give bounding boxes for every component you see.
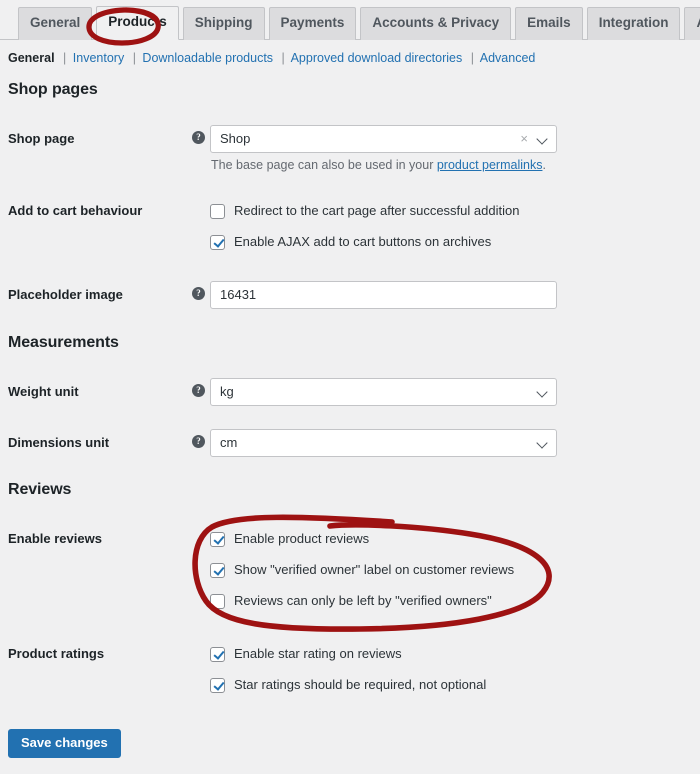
section-title-reviews: Reviews <box>8 481 72 498</box>
subnav-separator: | <box>470 51 474 65</box>
product-permalinks-link[interactable]: product permalinks <box>437 158 543 172</box>
help-icon-weight-unit[interactable]: ? <box>192 384 205 397</box>
subnav-separator: | <box>281 51 285 65</box>
section-title-measurements: Measurements <box>8 334 119 351</box>
label-enable-reviews: Enable reviews <box>8 531 102 546</box>
shop-page-description: The base page can also be used in your p… <box>211 157 546 173</box>
checkbox-row-enable-ajax-add-to-cart[interactable]: Enable AJAX add to cart buttons on archi… <box>210 233 491 251</box>
checkbox-enable-star-rating[interactable] <box>210 646 225 662</box>
subnav: General | Inventory | Downloadable produ… <box>8 49 535 67</box>
chevron-down-icon[interactable] <box>538 388 547 397</box>
settings-tab-bar: General Products Shipping Payments Accou… <box>0 0 700 40</box>
shop-page-description-suffix: . <box>542 158 546 172</box>
shop-page-value: Shop <box>220 131 251 146</box>
tab-payments[interactable]: Payments <box>268 7 357 40</box>
tab-products[interactable]: Products <box>96 6 179 40</box>
checkbox-label-enable-ajax-add-to-cart: Enable AJAX add to cart buttons on archi… <box>234 234 492 249</box>
placeholder-image-input[interactable]: 16431 <box>210 281 557 309</box>
dimensions-unit-select[interactable]: cm <box>210 429 557 457</box>
checkbox-row-star-ratings-required[interactable]: Star ratings should be required, not opt… <box>210 676 486 694</box>
label-add-to-cart-behaviour: Add to cart behaviour <box>8 203 143 218</box>
dimensions-unit-value: cm <box>220 435 238 450</box>
help-icon-shop-page[interactable]: ? <box>192 131 205 144</box>
help-icon-dimensions-unit[interactable]: ? <box>192 435 205 448</box>
label-shop-page: Shop page <box>8 131 75 146</box>
subnav-item-general[interactable]: General <box>8 51 55 65</box>
label-product-ratings: Product ratings <box>8 646 105 661</box>
checkbox-row-reviews-verified-owners-only[interactable]: Reviews can only be left by "verified ow… <box>210 592 492 610</box>
checkbox-redirect-to-cart[interactable] <box>210 203 225 219</box>
tab-emails[interactable]: Emails <box>515 7 583 40</box>
tab-general[interactable]: General <box>18 7 93 40</box>
subnav-item-downloadable-products[interactable]: Downloadable products <box>142 51 273 65</box>
weight-unit-value: kg <box>220 384 234 399</box>
chevron-down-icon[interactable] <box>538 135 547 144</box>
checkbox-row-show-verified-owner-label[interactable]: Show "verified owner" label on customer … <box>210 561 514 579</box>
checkbox-label-enable-star-rating: Enable star rating on reviews <box>234 646 402 661</box>
checkbox-label-enable-product-reviews: Enable product reviews <box>234 531 370 546</box>
checkbox-enable-product-reviews[interactable] <box>210 531 225 547</box>
checkbox-row-redirect-to-cart[interactable]: Redirect to the cart page after successf… <box>210 202 519 220</box>
checkbox-label-reviews-verified-owners-only: Reviews can only be left by "verified ow… <box>234 593 492 608</box>
chevron-down-icon[interactable] <box>538 439 547 448</box>
tab-integration[interactable]: Integration <box>586 7 681 40</box>
tab-accounts-privacy[interactable]: Accounts & Privacy <box>360 7 512 40</box>
subnav-separator: | <box>132 51 136 65</box>
clear-icon[interactable]: × <box>520 126 528 152</box>
checkbox-show-verified-owner-label[interactable] <box>210 562 225 578</box>
weight-unit-select[interactable]: kg <box>210 378 557 406</box>
checkbox-label-redirect-to-cart: Redirect to the cart page after successf… <box>234 203 520 218</box>
section-title-shop-pages: Shop pages <box>8 81 98 98</box>
shop-page-select[interactable]: Shop × <box>210 125 557 153</box>
checkbox-reviews-verified-owners-only[interactable] <box>210 593 225 609</box>
checkbox-star-ratings-required[interactable] <box>210 677 225 693</box>
checkbox-row-enable-product-reviews[interactable]: Enable product reviews <box>210 530 369 548</box>
subnav-item-advanced[interactable]: Advanced <box>480 51 536 65</box>
tab-advanced[interactable]: Advanced <box>684 7 700 40</box>
subnav-item-approved-download-directories[interactable]: Approved download directories <box>291 51 463 65</box>
label-dimensions-unit: Dimensions unit <box>8 435 110 450</box>
shop-page-description-prefix: The base page can also be used in your <box>211 158 437 172</box>
help-icon-placeholder-image[interactable]: ? <box>192 287 205 300</box>
subnav-item-inventory[interactable]: Inventory <box>73 51 124 65</box>
label-weight-unit: Weight unit <box>8 384 79 399</box>
checkbox-row-enable-star-rating[interactable]: Enable star rating on reviews <box>210 645 402 663</box>
checkbox-label-star-ratings-required: Star ratings should be required, not opt… <box>234 677 487 692</box>
tab-shipping[interactable]: Shipping <box>182 7 265 40</box>
subnav-separator: | <box>63 51 67 65</box>
checkbox-label-show-verified-owner-label: Show "verified owner" label on customer … <box>234 562 515 577</box>
checkbox-enable-ajax-add-to-cart[interactable] <box>210 234 225 250</box>
label-placeholder-image: Placeholder image <box>8 287 123 302</box>
save-changes-button[interactable]: Save changes <box>8 729 121 758</box>
